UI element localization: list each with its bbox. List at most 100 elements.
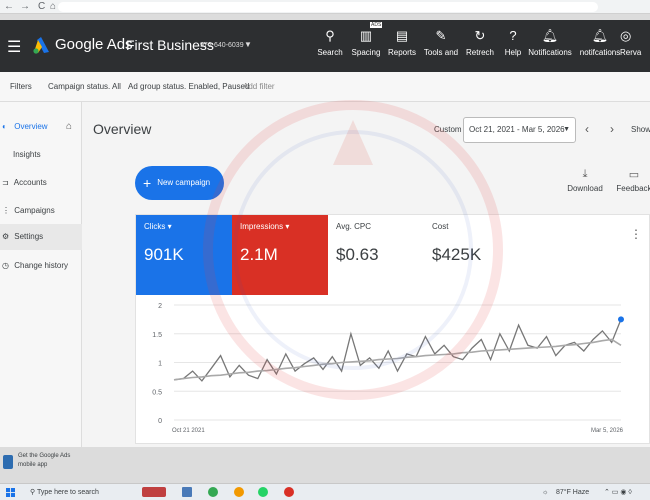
latest-point [618, 316, 624, 323]
date-range-value: Oct 21, 2021 - Mar 5, 2026 [469, 125, 565, 134]
date-range-picker[interactable]: Oct 21, 2021 - Mar 5, 2026 ▼ [463, 117, 576, 143]
sidebar-item-accounts[interactable]: ⊐ Accounts [0, 170, 82, 196]
mobile-app-promo[interactable]: Get the Google Ads mobile app [0, 447, 82, 485]
prev-period-icon[interactable]: ‹ [585, 122, 589, 136]
ad-group-status-filter[interactable]: Ad group status. Enabled, Paused [128, 82, 249, 91]
toolbar-notifications2-label: notifcations [579, 48, 621, 57]
home-icon[interactable]: ⌂ [50, 0, 56, 14]
account-dropdown-icon[interactable]: ▼ [244, 40, 252, 49]
taskbar-search[interactable]: ⚲ Type here to search [30, 484, 130, 500]
sidebar-item-label: Settings [14, 232, 44, 241]
top-app-bar: ☰ Google Ads First Business 976-640-6039… [0, 20, 650, 72]
metric-clicks[interactable]: Clicks ▾ 901K [136, 215, 232, 295]
address-bar[interactable] [58, 2, 598, 12]
bell-icon: 🔔︎ [591, 28, 609, 43]
toolbar-notifications2-button[interactable]: 🔔︎ notifcations [577, 26, 623, 57]
x-start-label: Oct 21 2021 [172, 428, 205, 434]
sidebar-item-label: Insights [13, 150, 41, 159]
metric-name: Clicks [144, 222, 166, 231]
windows-taskbar: ⚲ Type here to search ☼ 87°F Haze ⌃ ▭ ◉ … [0, 483, 650, 500]
filters-label: Filters [10, 82, 32, 91]
account-id: 976-640-6039 [200, 42, 244, 49]
dropdown-icon[interactable]: ▾ [168, 222, 172, 231]
more-options-icon[interactable]: ⋮ [630, 227, 642, 241]
add-filter-button[interactable]: Add filter [243, 82, 275, 91]
sidebar-item-overview[interactable]: ◐ Overview ⌂ [0, 114, 82, 140]
taskbar-widget-icon[interactable] [142, 487, 166, 497]
whatsapp-icon[interactable] [258, 487, 268, 497]
sidebar-item-label: Change history [14, 261, 69, 270]
overview-icon: ◐ [2, 122, 7, 131]
next-period-icon[interactable]: › [610, 122, 614, 136]
metric-impressions[interactable]: Impressions ▾ 2.1M [232, 215, 328, 295]
metric-avg-cpc[interactable]: Avg. CPC $0.63 [328, 215, 424, 295]
reload-icon[interactable]: C [38, 0, 45, 14]
hamburger-menu-icon[interactable]: ☰ [7, 37, 21, 57]
page-title: Overview [93, 121, 152, 137]
app-icon[interactable] [234, 487, 244, 497]
toolbar-revert-button[interactable]: ◎ Rerva [620, 26, 650, 57]
metric-value: $0.63 [336, 245, 379, 264]
y-tick-label: 0 [158, 418, 162, 425]
phone-icon [3, 455, 13, 469]
show-button[interactable]: Show [631, 125, 650, 134]
browser-toolbar: ← → C ⌂ [0, 0, 650, 14]
new-campaign-button[interactable]: + New campaign [135, 166, 224, 200]
google-ads-logo-icon [33, 37, 49, 54]
download-button[interactable]: ⤓ Download [565, 168, 605, 193]
metric-name: Cost [432, 222, 449, 231]
home-icon[interactable]: ⌂ [66, 114, 72, 140]
y-tick-label: 1.5 [152, 332, 162, 339]
feedback-label: Feedback [616, 184, 650, 193]
performance-card: Clicks ▾ 901K Impressions ▾ 2.1M Avg. CP… [135, 214, 650, 444]
toolbar-notifications-button[interactable]: 🔔︎ Notifications [527, 26, 573, 57]
brand-name: Google Ads [55, 36, 133, 53]
sidebar-nav: ◐ Overview ⌂ Insights ⊐ Accounts ⋮ Campa… [0, 102, 82, 469]
metric-cost[interactable]: Cost $425K [424, 215, 520, 295]
chrome-icon[interactable] [208, 487, 218, 497]
feedback-icon: ▭ [628, 169, 640, 181]
avatar-icon: ◎ [620, 28, 632, 43]
sidebar-item-label: Campaigns [14, 206, 55, 215]
new-campaign-label: New campaign [157, 178, 211, 188]
system-tray-icons[interactable]: ⌃ ▭ ◉ ◊ [604, 484, 632, 500]
taskbar-search-text: Type here to search [36, 489, 99, 496]
search-icon: ⚲ [30, 489, 36, 496]
weather-icon: ☼ [542, 489, 549, 496]
history-icon: ◷ [2, 261, 9, 270]
toolbar-revert-label: Rerva [620, 48, 642, 57]
y-tick-label: 2 [158, 303, 162, 310]
windows-start-icon[interactable] [6, 488, 15, 497]
sidebar-item-insights[interactable]: Insights [0, 142, 82, 168]
sidebar-item-settings[interactable]: ⚙ Settings [0, 224, 82, 250]
performance-chart: 0 0.5 1 1.5 2 Oct 21 2021 Mar 5, 2026 [152, 303, 624, 434]
metric-name: Avg. CPC [336, 222, 371, 231]
series-line-clicks [173, 319, 622, 382]
y-tick-label: 1 [158, 361, 162, 368]
back-icon[interactable]: ← [4, 0, 14, 14]
y-tick-label: 0.5 [152, 389, 162, 396]
date-range-type: Custom [434, 125, 462, 134]
main-content: Overview Custom Oct 21, 2021 - Mar 5, 20… [82, 102, 650, 447]
metric-value: 2.1M [240, 245, 278, 264]
campaigns-icon: ⋮ [2, 206, 10, 215]
filter-bar: Filters Campaign status. All Ad group st… [0, 72, 650, 102]
chrome-profile-icon[interactable] [284, 487, 294, 497]
dropdown-icon[interactable]: ▾ [285, 222, 289, 231]
bell-icon: 🔔︎ [541, 28, 559, 43]
task-view-icon[interactable] [182, 487, 192, 497]
mobile-app-promo-text: Get the Google Ads mobile app [18, 453, 71, 468]
campaign-status-filter[interactable]: Campaign status. All [48, 82, 121, 91]
sidebar-item-campaigns[interactable]: ⋮ Campaigns [0, 198, 82, 224]
forward-icon[interactable]: → [20, 0, 30, 14]
metric-name: Impressions [240, 222, 284, 231]
download-icon: ⤓ [582, 168, 588, 180]
download-label: Download [567, 184, 603, 193]
weather-text[interactable]: 87°F Haze [556, 484, 589, 500]
chevron-down-icon: ▼ [563, 126, 570, 133]
toolbar-notifications-label: Notifications [528, 48, 572, 57]
settings-icon: ⚙ [2, 232, 10, 241]
feedback-button[interactable]: ▭ Feedback [614, 168, 650, 193]
accounts-icon: ⊐ [2, 178, 9, 187]
sidebar-item-change-history[interactable]: ◷ Change history [0, 253, 82, 279]
